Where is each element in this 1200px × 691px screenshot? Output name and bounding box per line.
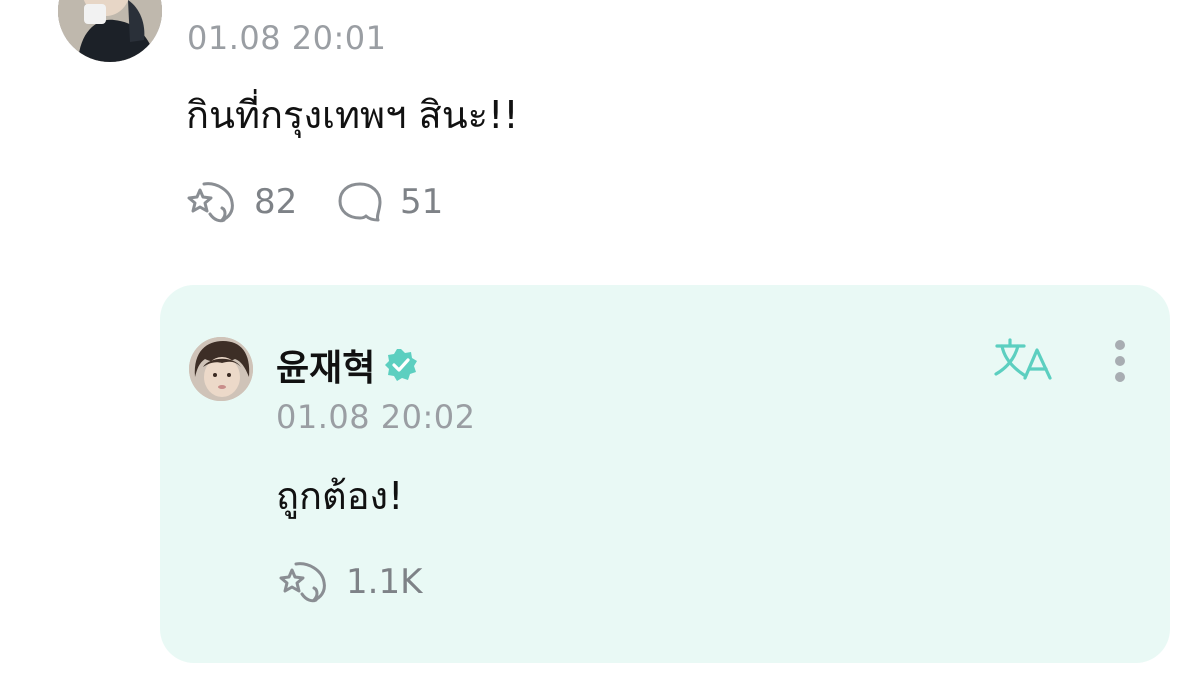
reply-author-row: 윤재혁 — [276, 339, 419, 391]
like-star-icon — [187, 182, 234, 223]
post-timestamp: 01.08 20:01 — [187, 19, 387, 57]
translate-icon[interactable] — [992, 0, 1056, 18]
like-count: 82 — [254, 182, 298, 222]
reply-card: 윤재혁 01.08 20:02 ถูกต้อง! 1.1K — [160, 285, 1170, 663]
author-name[interactable]: 윤재혁 — [276, 339, 375, 391]
post-text: กินที่กรุงเทพฯ สินะ!! — [186, 93, 519, 137]
more-vertical-icon[interactable] — [1112, 339, 1128, 385]
more-vertical-icon[interactable] — [1112, 0, 1128, 20]
like-count: 1.1K — [346, 562, 423, 602]
verified-badge-icon — [385, 349, 418, 381]
comment-bubble-icon — [338, 182, 382, 222]
like-button[interactable]: 82 — [186, 180, 297, 224]
reply-timestamp: 01.08 20:02 — [276, 398, 476, 436]
comment-thread: 01.08 20:01 กินที่กรุงเทพฯ สินะ!! 82 51 — [0, 0, 1200, 691]
like-star-icon — [279, 562, 326, 603]
translate-icon[interactable] — [994, 337, 1054, 381]
comment-button[interactable]: 51 — [336, 180, 443, 224]
like-button[interactable]: 1.1K — [278, 560, 422, 604]
comment-count: 51 — [400, 182, 444, 222]
reply-text: ถูกต้อง! — [276, 474, 404, 518]
avatar[interactable] — [189, 337, 253, 401]
avatar[interactable] — [58, 0, 162, 62]
